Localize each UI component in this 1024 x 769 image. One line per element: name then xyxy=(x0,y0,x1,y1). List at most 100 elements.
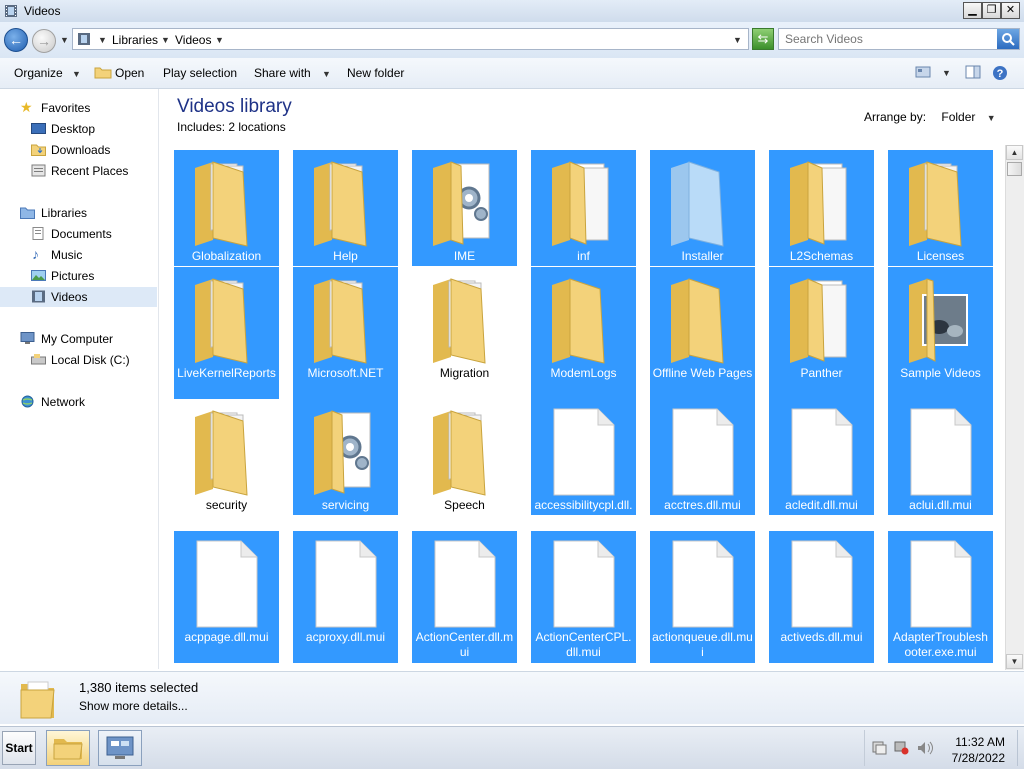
folder-item[interactable]: Installer xyxy=(650,150,755,266)
close-button[interactable]: ✕ xyxy=(1001,2,1020,19)
share-with-button[interactable]: Share with ▼ xyxy=(254,66,331,80)
nav-videos[interactable]: Videos xyxy=(0,287,157,307)
organize-button[interactable]: Organize ▼ xyxy=(14,66,81,80)
clock-time[interactable]: 11:32 AM xyxy=(955,735,1005,749)
scroll-up-button[interactable]: ▲ xyxy=(1006,145,1023,160)
folder-item[interactable]: servicing xyxy=(293,399,398,515)
item-name: Help xyxy=(333,249,358,263)
folder-item[interactable]: LiveKernelReports xyxy=(174,267,279,399)
nav-pictures[interactable]: Pictures xyxy=(0,266,157,286)
show-more-details-link[interactable]: Show more details... xyxy=(79,699,188,713)
item-name: AdapterTroubleshooter.exe.mui xyxy=(893,630,988,659)
folder-item[interactable]: Globalization xyxy=(174,150,279,266)
nav-network[interactable]: Network xyxy=(0,392,157,412)
play-selection-button[interactable]: Play selection xyxy=(163,66,237,80)
nav-music[interactable]: ♪ Music xyxy=(0,245,157,265)
breadcrumb-libraries[interactable]: Libraries xyxy=(112,33,158,47)
file-item[interactable]: actionqueue.dll.mui xyxy=(650,531,755,663)
scroll-down-button[interactable]: ▼ xyxy=(1006,654,1023,669)
folder-item[interactable]: inf xyxy=(531,150,636,266)
file-item[interactable]: acproxy.dll.mui xyxy=(293,531,398,663)
help-icon[interactable]: ? xyxy=(992,65,1008,81)
network-icon xyxy=(21,395,34,408)
change-view-icon[interactable] xyxy=(915,65,931,79)
file-item[interactable]: acctres.dll.mui xyxy=(650,399,755,515)
arrow-down-icon: ▼ xyxy=(1010,657,1019,666)
nav-local-disk-label: Local Disk (C:) xyxy=(51,353,130,367)
folder-item[interactable]: ModemLogs xyxy=(531,267,636,399)
file-item[interactable]: aclui.dll.mui xyxy=(888,399,993,515)
nav-documents[interactable]: Documents xyxy=(0,224,157,244)
library-includes-link[interactable]: Includes: 2 locations xyxy=(177,120,286,134)
folder-item[interactable]: Licenses xyxy=(888,150,993,266)
file-item[interactable]: ActionCenter.dll.mui xyxy=(412,531,517,663)
search-button[interactable] xyxy=(997,29,1019,49)
file-item[interactable]: accessibilitycpl.dll.mui xyxy=(531,399,636,527)
history-dropdown-icon[interactable]: ▼ xyxy=(60,35,69,45)
clock-date[interactable]: 7/28/2022 xyxy=(952,751,1005,765)
breadcrumb-chevron-icon[interactable]: ▼ xyxy=(161,35,170,45)
folder-item[interactable]: Panther xyxy=(769,267,874,399)
volume-icon[interactable] xyxy=(917,741,935,755)
file-icon xyxy=(315,540,377,628)
open-button[interactable]: Open xyxy=(94,66,144,80)
search-input[interactable] xyxy=(779,29,1009,49)
file-item[interactable]: ActionCenterCPL.dll.mui xyxy=(531,531,636,663)
arrange-by-label: Arrange by: xyxy=(864,110,927,124)
nav-favorites[interactable]: ★ Favorites xyxy=(0,98,157,118)
file-item[interactable]: AdapterTroubleshooter.exe.mui xyxy=(888,531,993,663)
file-item[interactable]: acledit.dll.mui xyxy=(769,399,874,515)
network-status-icon[interactable] xyxy=(893,741,909,755)
open-label: Open xyxy=(115,66,145,80)
folder-item[interactable]: Help xyxy=(293,150,398,266)
nav-local-disk[interactable]: Local Disk (C:) xyxy=(0,350,157,370)
refresh-button[interactable]: ⇆ xyxy=(752,28,774,50)
scrollbar-thumb[interactable] xyxy=(1007,162,1022,176)
nav-documents-label: Documents xyxy=(51,227,112,241)
title-bar[interactable]: Videos ▁ ❐ ✕ xyxy=(0,0,1024,22)
folder-icon xyxy=(314,278,367,364)
item-name: acledit.dll.mui xyxy=(785,498,858,512)
nav-recent-places[interactable]: Recent Places xyxy=(0,161,157,181)
folder-item[interactable]: security xyxy=(174,399,279,515)
file-icon xyxy=(791,540,853,628)
start-button[interactable]: Start xyxy=(2,731,36,765)
folder-icon xyxy=(195,278,248,364)
folder-icon xyxy=(433,410,486,496)
file-item[interactable]: acppage.dll.mui xyxy=(174,531,279,663)
item-name: ModemLogs xyxy=(550,366,617,380)
nav-desktop[interactable]: Desktop xyxy=(0,119,157,139)
folder-item[interactable]: IME xyxy=(412,150,517,266)
breadcrumb-chevron-icon[interactable]: ▼ xyxy=(215,35,224,45)
folder-item[interactable]: Speech xyxy=(412,399,517,515)
back-button[interactable]: ← xyxy=(4,28,28,52)
new-folder-button[interactable]: New folder xyxy=(347,66,404,80)
breadcrumb-chevron-icon[interactable]: ▼ xyxy=(98,35,107,45)
folder-item[interactable]: L2Schemas xyxy=(769,150,874,266)
minimize-button[interactable]: ▁ xyxy=(963,2,982,19)
address-dropdown-icon[interactable]: ▼ xyxy=(733,35,742,45)
folder-item[interactable]: Offline Web Pages xyxy=(650,267,755,399)
nav-libraries[interactable]: Libraries xyxy=(0,203,157,223)
preview-pane-icon[interactable] xyxy=(965,65,981,79)
nav-my-computer[interactable]: My Computer xyxy=(0,329,157,349)
show-desktop-button[interactable] xyxy=(1017,730,1024,766)
libraries-icon xyxy=(20,207,35,219)
forward-button[interactable]: → xyxy=(32,29,56,53)
view-options-dropdown-icon[interactable]: ▼ xyxy=(942,68,951,78)
nav-libraries-label: Libraries xyxy=(41,206,88,220)
taskbar-server-manager-button[interactable] xyxy=(98,730,142,766)
folder-item[interactable]: Microsoft.NET xyxy=(293,267,398,399)
folder-item[interactable]: Sample Videos xyxy=(888,267,993,399)
maximize-button[interactable]: ❐ xyxy=(982,2,1001,19)
nav-downloads[interactable]: Downloads xyxy=(0,140,157,160)
item-name: acppage.dll.mui xyxy=(184,630,269,644)
taskbar-explorer-button[interactable] xyxy=(46,730,90,766)
address-bar[interactable]: ▼ Libraries ▼ Videos ▼ ▼ xyxy=(72,28,749,50)
arrange-by-dropdown[interactable]: Folder ▼ xyxy=(941,110,995,124)
vertical-scrollbar[interactable]: ▲ ▼ xyxy=(1005,145,1024,670)
breadcrumb-videos[interactable]: Videos xyxy=(175,33,211,47)
action-center-icon[interactable] xyxy=(871,741,887,755)
folder-item[interactable]: Migration xyxy=(412,267,517,399)
file-item[interactable]: activeds.dll.mui xyxy=(769,531,874,663)
